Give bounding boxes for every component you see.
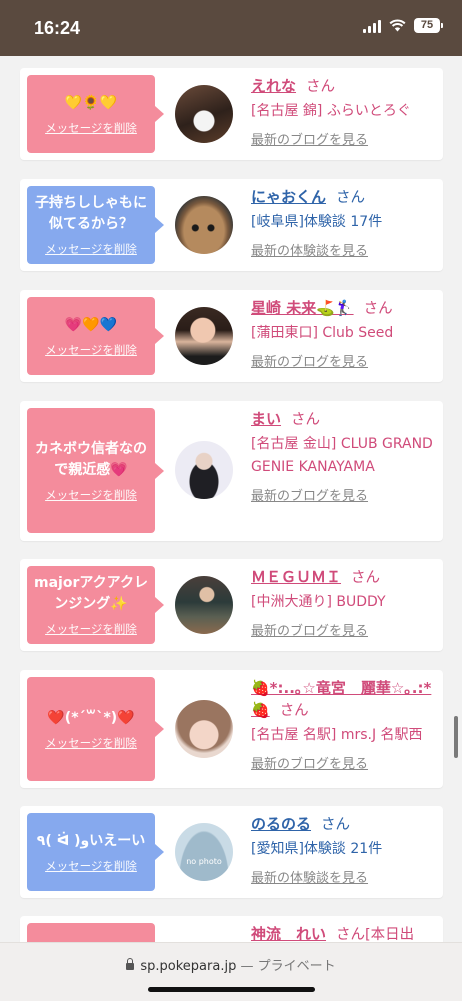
list-item: カネボウ信者なので親近感💗 メッセージを削除 まい さん [名古屋 金山] CLU… [20, 401, 443, 541]
url-separator: — [240, 959, 254, 974]
message-bubble: ٩( ᐛ )وいえーい メッセージを削除 [27, 813, 164, 891]
profile-name-link[interactable]: にゃおくん [251, 188, 326, 206]
list-item: majorアクアクレンジング✨ メッセージを削除 ＭＥＧＵＭＩ さん [中洲大通り… [20, 559, 443, 651]
message-bubble: カネボウ信者なので親近感💗 メッセージを削除 [27, 408, 164, 533]
list-item: 💛🌻💛 メッセージを削除 えれな さん [名古屋 錦] ふらいとろぐ 最新のブログ… [20, 68, 443, 160]
profile-info: にゃおくん さん [岐阜県]体験談 17件 最新の体験談を見る [251, 186, 441, 259]
delete-message-link[interactable]: メッセージを削除 [45, 858, 137, 874]
latest-blog-link[interactable]: 最新のブログを見る [251, 485, 441, 504]
delete-message-link[interactable]: メッセージを削除 [45, 487, 137, 503]
avatar[interactable] [175, 700, 233, 758]
latest-review-link[interactable]: 最新の体験談を見る [251, 240, 441, 259]
latest-blog-link[interactable]: 最新のブログを見る [251, 351, 441, 370]
store-label: [岐阜県]体験談 17件 [251, 214, 383, 230]
profile-name-link[interactable]: 🍓*:..｡☆竜宮 麗華☆｡.:*🍓 [251, 679, 431, 719]
browser-address-bar[interactable]: sp.pokepara.jp — プライベート [0, 942, 462, 1001]
wifi-icon [389, 19, 406, 32]
status-icons: 75 [363, 18, 443, 33]
avatar[interactable] [175, 85, 233, 143]
store-label: [蒲田東口] Club Seed [251, 325, 394, 341]
avatar[interactable] [175, 307, 233, 365]
profile-name-link[interactable]: のるのる [251, 815, 311, 833]
message-feed[interactable]: 💛🌻💛 メッセージを削除 えれな さん [名古屋 錦] ふらいとろぐ 最新のブログ… [0, 56, 462, 942]
message-bubble: 子持ちししゃもに似てるから？ メッセージを削除 [27, 186, 164, 264]
profile-name-link[interactable]: ＭＥＧＵＭＩ [251, 568, 341, 586]
profile-name-link[interactable]: 神流 れい [251, 925, 326, 942]
profile-name-link[interactable]: まい [251, 410, 281, 428]
profile-info: 🍓*:..｡☆竜宮 麗華☆｡.:*🍓 さん [名古屋 名駅] mrs.J 名駅西 … [251, 677, 441, 772]
url-text: sp.pokepara.jp [140, 959, 237, 974]
avatar[interactable] [175, 576, 233, 634]
name-suffix: さん [363, 301, 393, 317]
list-item: ❤️(*´꒳`*)❤️ メッセージを削除 🍓*:..｡☆竜宮 麗華☆｡.:*🍓 さ… [20, 670, 443, 788]
profile-info: まい さん [名古屋 金山] CLUB GRAND GENIE KANAYAMA … [251, 408, 441, 504]
profile-info: 星崎 未来⛳️🏌️‍♀️ さん [蒲田東口] Club Seed 最新のブログを見… [251, 297, 441, 370]
name-suffix: さん [351, 570, 381, 586]
delete-message-link[interactable]: メッセージを削除 [45, 735, 137, 751]
message-text: majorアクアクレンジング✨ [34, 575, 148, 612]
store-label: [愛知県]体験談 21件 [251, 841, 383, 857]
profile-info: のるのる さん [愛知県]体験談 21件 最新の体験談を見る [251, 813, 441, 886]
profile-name-link[interactable]: 星崎 未来⛳️🏌️‍♀️ [251, 299, 354, 317]
message-bubble [27, 923, 155, 942]
delete-message-link[interactable]: メッセージを削除 [45, 342, 137, 358]
profile-info: えれな さん [名古屋 錦] ふらいとろぐ 最新のブログを見る [251, 75, 441, 148]
delete-message-link[interactable]: メッセージを削除 [45, 120, 137, 136]
message-bubble: 💛🌻💛 メッセージを削除 [27, 75, 164, 153]
message-bubble: ❤️(*´꒳`*)❤️ メッセージを削除 [27, 677, 164, 781]
list-item: ٩( ᐛ )وいえーい メッセージを削除 no photo のるのる さん [愛知… [20, 806, 443, 898]
name-suffix: さん[本日出 [336, 927, 415, 942]
list-item: 子持ちししゃもに似てるから？ メッセージを削除 にゃおくん さん [岐阜県]体験談… [20, 179, 443, 271]
private-mode-label: プライベート [257, 959, 336, 974]
scrollbar-thumb[interactable] [454, 716, 458, 758]
home-indicator[interactable] [148, 987, 315, 992]
latest-blog-link[interactable]: 最新のブログを見る [251, 620, 441, 639]
battery-icon: 75 [414, 18, 443, 33]
name-suffix: さん [306, 79, 336, 95]
message-text: 子持ちししゃもに似てるから？ [35, 195, 147, 232]
avatar[interactable] [175, 441, 233, 499]
latest-review-link[interactable]: 最新の体験談を見る [251, 867, 441, 886]
list-item: 神流 れい さん[本日出 [20, 916, 443, 942]
status-bar: 16:24 75 [0, 0, 462, 56]
profile-info: ＭＥＧＵＭＩ さん [中洲大通り] BUDDY 最新のブログを見る [251, 566, 441, 639]
lock-icon [126, 958, 135, 970]
list-item: 💗🧡💙 メッセージを削除 星崎 未来⛳️🏌️‍♀️ さん [蒲田東口] Club … [20, 290, 443, 382]
message-bubble: 💗🧡💙 メッセージを削除 [27, 297, 164, 375]
status-time: 16:24 [34, 18, 81, 38]
no-photo-label: no photo [186, 857, 222, 866]
delete-message-link[interactable]: メッセージを削除 [45, 241, 137, 257]
latest-blog-link[interactable]: 最新のブログを見る [251, 753, 441, 772]
store-label: [名古屋 金山] CLUB GRAND GENIE KANAYAMA [251, 436, 433, 475]
profile-name-link[interactable]: えれな [251, 77, 296, 95]
avatar[interactable] [175, 196, 233, 254]
store-label: [中洲大通り] BUDDY [251, 594, 386, 610]
message-text: 💛🌻💛 [64, 94, 118, 111]
avatar[interactable]: no photo [175, 823, 233, 881]
message-text: カネボウ信者なので親近感💗 [35, 440, 147, 478]
cellular-signal-icon [363, 19, 381, 33]
name-suffix: さん [279, 703, 309, 719]
profile-info: 神流 れい さん[本日出 [251, 923, 446, 942]
store-label: [名古屋 錦] ふらいとろぐ [251, 103, 411, 119]
message-text: ❤️(*´꒳`*)❤️ [47, 709, 135, 726]
store-label: [名古屋 名駅] mrs.J 名駅西 [251, 727, 423, 743]
message-bubble: majorアクアクレンジング✨ メッセージを削除 [27, 566, 164, 644]
url-display[interactable]: sp.pokepara.jp — プライベート [0, 955, 462, 974]
delete-message-link[interactable]: メッセージを削除 [45, 621, 137, 637]
name-suffix: さん [291, 412, 321, 428]
message-text: 💗🧡💙 [64, 316, 118, 333]
name-suffix: さん [336, 190, 366, 206]
message-text: ٩( ᐛ )وいえーい [36, 832, 146, 849]
latest-blog-link[interactable]: 最新のブログを見る [251, 129, 441, 148]
name-suffix: さん [321, 817, 351, 833]
